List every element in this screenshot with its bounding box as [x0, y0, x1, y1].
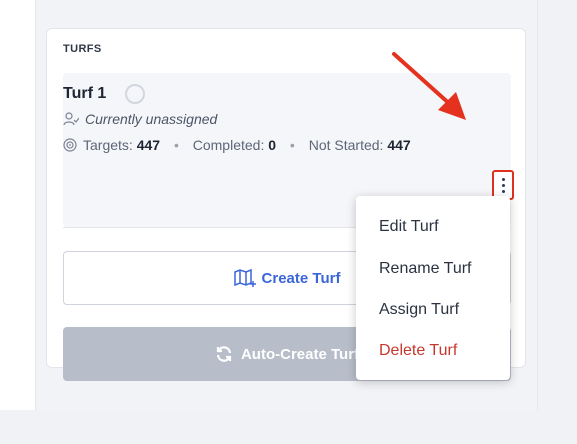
- create-turf-label: Create Turf: [261, 269, 341, 287]
- targets-value: 447: [136, 137, 161, 153]
- not-started-label: Not Started:: [308, 137, 384, 153]
- turf-name: Turf 1: [63, 85, 107, 102]
- menu-item-edit-turf[interactable]: Edit Turf: [379, 218, 439, 236]
- completed-label: Completed:: [192, 137, 265, 153]
- auto-create-turf-label: Auto-Create Turf: [240, 345, 360, 363]
- assignment-status: Currently unassigned: [85, 111, 218, 127]
- target-icon: [63, 138, 77, 152]
- assign-user-icon: [63, 112, 79, 126]
- not-started-value: 447: [387, 137, 411, 153]
- section-label: TURFS: [63, 43, 102, 55]
- menu-item-rename-turf[interactable]: Rename Turf: [379, 260, 471, 278]
- refresh-icon: [216, 346, 232, 362]
- stats-separator: •: [173, 137, 179, 153]
- annotation-arrow-icon: [392, 52, 466, 120]
- turf-context-menu: Edit Turf Rename Turf Assign Turf Delete…: [356, 196, 510, 380]
- targets-label: Targets:: [83, 137, 133, 153]
- completed-value: 0: [268, 137, 277, 153]
- right-gutter: [538, 0, 577, 410]
- status-circle-icon: [125, 84, 145, 104]
- menu-item-assign-turf[interactable]: Assign Turf: [379, 301, 459, 319]
- menu-item-delete-turf[interactable]: Delete Turf: [379, 342, 457, 360]
- map-icon: [233, 269, 256, 287]
- turf-stats: Targets: 447 • Completed: 0 • Not Starte…: [63, 136, 483, 154]
- stats-separator: •: [289, 137, 295, 153]
